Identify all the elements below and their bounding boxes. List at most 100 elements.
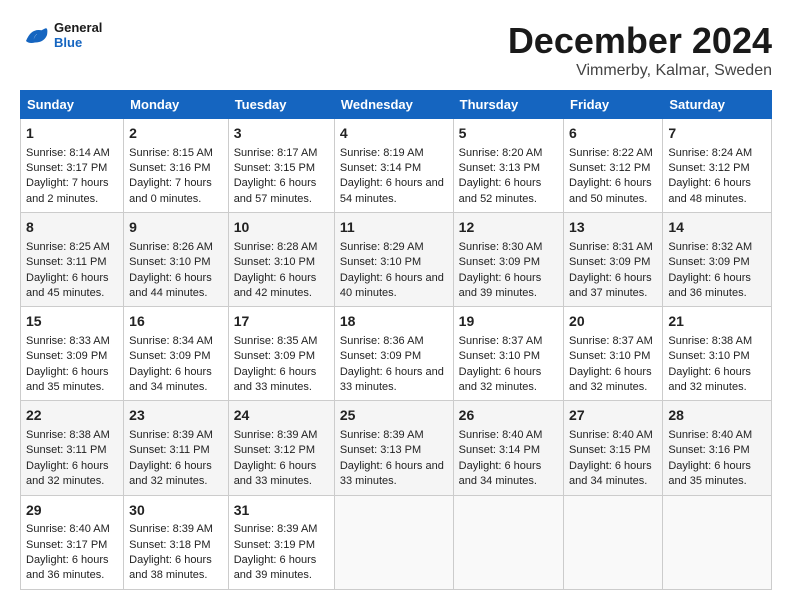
calendar-cell: 7 Sunrise: 8:24 AM Sunset: 3:12 PM Daylight…: [663, 119, 772, 213]
sunrise: Sunrise: 8:40 AM: [569, 429, 653, 441]
day-number: 2: [129, 124, 223, 144]
calendar-cell: 19Sunrise: 8:37 AMSunset: 3:10 PMDayligh…: [453, 307, 563, 401]
header-sunday: Sunday: [21, 91, 124, 119]
day-number: 3: [234, 124, 329, 144]
calendar-week-row: 1 Sunrise: 8:14 AM Sunset: 3:17 PM Daylight…: [21, 119, 772, 213]
logo-icon: [20, 20, 50, 50]
calendar-week-row: 8Sunrise: 8:25 AMSunset: 3:11 PMDaylight…: [21, 213, 772, 307]
day-number: 15: [26, 312, 118, 332]
calendar-cell: 6Sunrise: 8:22 AMSunset: 3:12 PMDaylight…: [564, 119, 663, 213]
day-number: 13: [569, 218, 657, 238]
daylight: Daylight: 6 hours and 37 minutes.: [569, 272, 652, 299]
sunrise: Sunrise: 8:25 AM: [26, 241, 110, 253]
sunset: Sunset: 3:09 PM: [569, 256, 650, 268]
sunset: Sunset: 3:09 PM: [459, 256, 540, 268]
daylight: Daylight: 6 hours and 33 minutes.: [340, 460, 444, 487]
daylight: Daylight: 6 hours and 57 minutes.: [234, 177, 317, 204]
day-number: 27: [569, 406, 657, 426]
daylight: Daylight: 6 hours and 33 minutes.: [234, 366, 317, 393]
sunset: Sunset: 3:17 PM: [26, 162, 107, 174]
sunset: Sunset: 3:12 PM: [234, 444, 315, 456]
sunset: Sunset: 3:10 PM: [234, 256, 315, 268]
sunset: Sunset: 3:16 PM: [668, 444, 749, 456]
daylight: Daylight: 7 hours and 2 minutes.: [26, 177, 109, 204]
calendar-cell: 31Sunrise: 8:39 AMSunset: 3:19 PMDayligh…: [228, 495, 334, 589]
header: General Blue December 2024 Vimmerby, Kal…: [20, 20, 772, 80]
calendar-table: SundayMondayTuesdayWednesdayThursdayFrid…: [20, 90, 772, 590]
sunrise: Sunrise: 8:19 AM: [340, 147, 424, 159]
sunset: Sunset: 3:13 PM: [459, 162, 540, 174]
day-number: 1: [26, 124, 118, 144]
calendar-cell: [334, 495, 453, 589]
daylight: Daylight: 6 hours and 32 minutes.: [26, 460, 109, 487]
sunset: Sunset: 3:14 PM: [459, 444, 540, 456]
calendar-cell: 28Sunrise: 8:40 AMSunset: 3:16 PMDayligh…: [663, 401, 772, 495]
daylight: Daylight: 6 hours and 32 minutes.: [459, 366, 542, 393]
sunrise: Sunrise: 8:28 AM: [234, 241, 318, 253]
sunrise: Sunrise: 8:24 AM: [668, 147, 752, 159]
header-tuesday: Tuesday: [228, 91, 334, 119]
calendar-cell: 9Sunrise: 8:26 AMSunset: 3:10 PMDaylight…: [124, 213, 229, 307]
day-number: 17: [234, 312, 329, 332]
day-number: 7: [668, 124, 766, 144]
day-number: 25: [340, 406, 448, 426]
daylight: Daylight: 6 hours and 38 minutes.: [129, 554, 212, 581]
daylight: Daylight: 6 hours and 32 minutes.: [569, 366, 652, 393]
sunrise: Sunrise: 8:39 AM: [340, 429, 424, 441]
daylight: Daylight: 6 hours and 32 minutes.: [668, 366, 751, 393]
day-number: 20: [569, 312, 657, 332]
logo: General Blue: [20, 20, 102, 50]
sunrise: Sunrise: 8:14 AM: [26, 147, 110, 159]
daylight: Daylight: 6 hours and 54 minutes.: [340, 177, 444, 204]
day-number: 6: [569, 124, 657, 144]
sunrise: Sunrise: 8:38 AM: [668, 335, 752, 347]
daylight: Daylight: 6 hours and 48 minutes.: [668, 177, 751, 204]
sunset: Sunset: 3:16 PM: [129, 162, 210, 174]
daylight: Daylight: 6 hours and 42 minutes.: [234, 272, 317, 299]
daylight: Daylight: 6 hours and 34 minutes.: [129, 366, 212, 393]
day-number: 14: [668, 218, 766, 238]
calendar-cell: [453, 495, 563, 589]
sunrise: Sunrise: 8:40 AM: [26, 523, 110, 535]
sunrise: Sunrise: 8:17 AM: [234, 147, 318, 159]
calendar-week-row: 29 Sunrise: 8:40 AM Sunset: 3:17 PM Dayligh…: [21, 495, 772, 589]
daylight: Daylight: 6 hours and 36 minutes.: [26, 554, 109, 581]
daylight: Daylight: 6 hours and 39 minutes.: [234, 554, 317, 581]
calendar-cell: 18Sunrise: 8:36 AMSunset: 3:09 PMDayligh…: [334, 307, 453, 401]
sunset: Sunset: 3:10 PM: [340, 256, 421, 268]
sunset: Sunset: 3:09 PM: [234, 350, 315, 362]
sunrise: Sunrise: 8:15 AM: [129, 147, 213, 159]
sunset: Sunset: 3:19 PM: [234, 539, 315, 551]
sunrise: Sunrise: 8:37 AM: [569, 335, 653, 347]
day-number: 19: [459, 312, 558, 332]
sunset: Sunset: 3:10 PM: [129, 256, 210, 268]
day-number: 28: [668, 406, 766, 426]
daylight: Daylight: 6 hours and 35 minutes.: [26, 366, 109, 393]
sunrise: Sunrise: 8:32 AM: [668, 241, 752, 253]
sunrise: Sunrise: 8:31 AM: [569, 241, 653, 253]
sunrise: Sunrise: 8:35 AM: [234, 335, 318, 347]
day-number: 10: [234, 218, 329, 238]
calendar-cell: 27Sunrise: 8:40 AMSunset: 3:15 PMDayligh…: [564, 401, 663, 495]
sunset: Sunset: 3:12 PM: [668, 162, 749, 174]
daylight: Daylight: 6 hours and 45 minutes.: [26, 272, 109, 299]
day-number: 22: [26, 406, 118, 426]
calendar-cell: 2Sunrise: 8:15 AMSunset: 3:16 PMDaylight…: [124, 119, 229, 213]
month-title: December 2024: [508, 20, 772, 62]
day-number: 29: [26, 501, 118, 521]
day-number: 24: [234, 406, 329, 426]
daylight: Daylight: 6 hours and 36 minutes.: [668, 272, 751, 299]
calendar-week-row: 15Sunrise: 8:33 AMSunset: 3:09 PMDayligh…: [21, 307, 772, 401]
daylight: Daylight: 6 hours and 33 minutes.: [340, 366, 444, 393]
sunset: Sunset: 3:11 PM: [129, 444, 210, 456]
calendar-cell: 4Sunrise: 8:19 AMSunset: 3:14 PMDaylight…: [334, 119, 453, 213]
sunrise: Sunrise: 8:29 AM: [340, 241, 424, 253]
sunset: Sunset: 3:09 PM: [668, 256, 749, 268]
day-number: 4: [340, 124, 448, 144]
daylight: Daylight: 6 hours and 34 minutes.: [569, 460, 652, 487]
sunrise: Sunrise: 8:30 AM: [459, 241, 543, 253]
calendar-cell: [564, 495, 663, 589]
sunset: Sunset: 3:10 PM: [668, 350, 749, 362]
location: Vimmerby, Kalmar, Sweden: [508, 62, 772, 80]
sunset: Sunset: 3:17 PM: [26, 539, 107, 551]
